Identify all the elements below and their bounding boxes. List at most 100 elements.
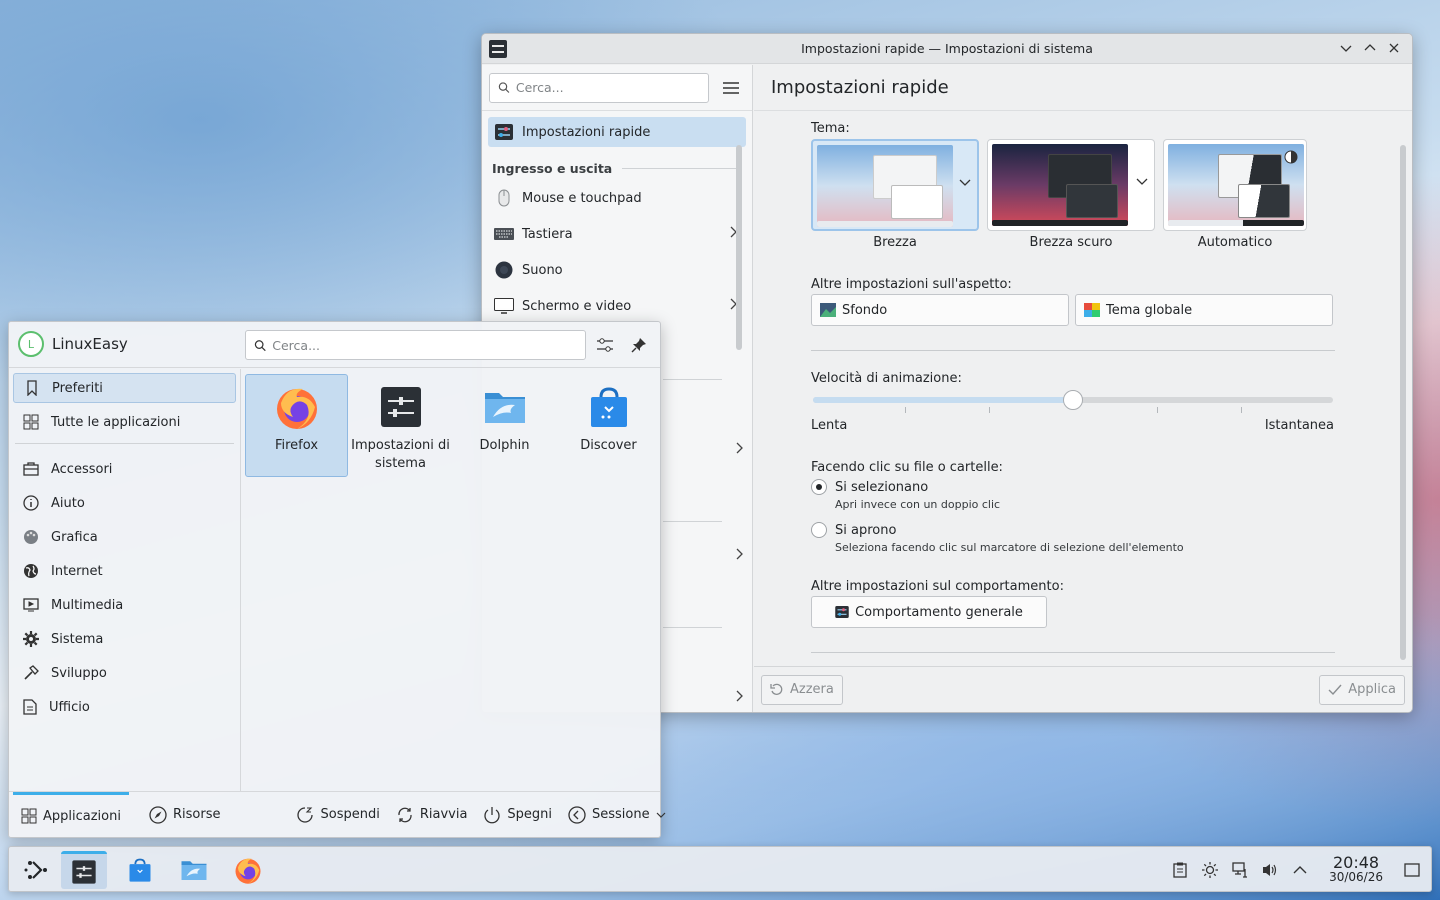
sidebar-list: Impostazioni rapide Ingresso e uscita Mo…: [482, 111, 752, 321]
content-scrollbar[interactable]: [1400, 145, 1406, 660]
user-name: LinuxEasy: [52, 335, 128, 353]
animation-speed-slider[interactable]: [813, 390, 1333, 413]
theme-card[interactable]: [1163, 139, 1307, 231]
show-desktop-icon[interactable]: [1403, 861, 1421, 879]
briefcase-icon: [23, 462, 39, 476]
user-info[interactable]: L LinuxEasy: [18, 331, 128, 357]
film-icon: [23, 598, 39, 612]
sidebar-scrollbar[interactable]: [736, 145, 742, 350]
theme-label: Tema:: [811, 121, 850, 136]
radio-select-option[interactable]: Si selezionano: [811, 479, 1335, 495]
maximize-icon[interactable]: [1360, 38, 1380, 58]
restart-button[interactable]: Riavvia: [388, 792, 476, 838]
general-behavior-button[interactable]: Comportamento generale: [811, 596, 1047, 628]
category-all-apps[interactable]: Tutte le applicazioni: [13, 407, 236, 437]
keyboard-icon: [494, 224, 514, 244]
button-label: Sessione: [592, 807, 650, 822]
chevron-up-icon[interactable]: [1291, 861, 1309, 879]
undo-icon: [770, 683, 783, 695]
applications-tab[interactable]: Applicazioni: [13, 791, 129, 838]
system-tray: 20:48 30/06/26: [1171, 847, 1421, 893]
firefox-icon: [276, 388, 317, 429]
taskbar-dolphin[interactable]: [171, 851, 217, 889]
taskbar-firefox[interactable]: [225, 851, 271, 889]
apply-button[interactable]: Applica: [1319, 674, 1405, 705]
theme-option-breeze[interactable]: Brezza: [811, 139, 979, 250]
radio-open-option[interactable]: Si aprono: [811, 522, 1335, 538]
settings-search-input[interactable]: [515, 80, 700, 95]
category-label: Sviluppo: [51, 665, 107, 681]
launcher-search-input[interactable]: [272, 337, 577, 353]
slider-fill: [813, 397, 1073, 403]
sidebar-item-display[interactable]: Schermo e video: [488, 291, 746, 321]
chevron-down-icon[interactable]: [1136, 175, 1148, 190]
settings-content: Impostazioni rapide Tema: Brezza Brezza …: [754, 65, 1412, 712]
category-system[interactable]: Sistema: [13, 624, 236, 654]
app-discover[interactable]: Discover: [557, 374, 660, 477]
sidebar-item-sound[interactable]: Suono: [488, 255, 746, 285]
category-multimedia[interactable]: Multimedia: [13, 590, 236, 620]
category-list: Preferiti Tutte le applicazioni Accessor…: [9, 369, 241, 791]
brightness-icon[interactable]: [1201, 861, 1219, 879]
titlebar[interactable]: Impostazioni rapide — Impostazioni di si…: [482, 34, 1412, 64]
category-help[interactable]: Aiuto: [13, 488, 236, 518]
taskbar-system-settings[interactable]: [61, 851, 107, 889]
chevron-right-icon[interactable]: [736, 548, 744, 564]
pin-icon[interactable]: [627, 333, 651, 357]
shutdown-button[interactable]: Spegni: [475, 792, 560, 838]
clipboard-icon[interactable]: [1171, 861, 1189, 879]
firefox-icon: [235, 858, 261, 884]
divider: [811, 652, 1335, 653]
global-theme-button[interactable]: Tema globale: [1075, 294, 1333, 326]
app-label: Dolphin: [479, 438, 530, 453]
app-firefox[interactable]: Firefox: [245, 374, 348, 477]
chevron-down-icon: [656, 812, 666, 818]
sidebar-item-quick-settings[interactable]: Impostazioni rapide: [488, 117, 746, 147]
chevron-right-icon[interactable]: [736, 442, 744, 458]
close-icon[interactable]: [1384, 38, 1404, 58]
slider-handle[interactable]: [1063, 390, 1083, 410]
theme-option-breeze-dark[interactable]: Brezza scuro: [987, 139, 1155, 250]
compass-icon: [149, 805, 167, 824]
settings-search-box: [489, 72, 709, 103]
category-internet[interactable]: Internet: [13, 556, 236, 586]
theme-option-automatic[interactable]: Automatico: [1163, 139, 1307, 250]
places-tab[interactable]: Risorse: [141, 792, 229, 838]
button-label: Sospendi: [320, 807, 380, 822]
network-icon[interactable]: [1231, 861, 1249, 879]
globe-icon: [24, 564, 38, 578]
avatar[interactable]: L: [18, 331, 44, 357]
volume-icon[interactable]: [1261, 861, 1279, 879]
hamburger-menu-icon[interactable]: [717, 74, 745, 102]
theme-card[interactable]: [811, 139, 979, 231]
settings-app-icon: [489, 40, 507, 58]
dolphin-icon: [484, 393, 525, 423]
sidebar-item-mouse[interactable]: Mouse e touchpad: [488, 183, 746, 213]
category-office[interactable]: Ufficio: [13, 692, 236, 722]
button-label: Tema globale: [1106, 302, 1193, 318]
radio-button-selected[interactable]: [811, 479, 827, 495]
session-button[interactable]: Sessione: [560, 792, 674, 838]
app-system-settings[interactable]: Impostazioni di sistema: [349, 374, 452, 477]
sleep-button[interactable]: Sospendi: [288, 792, 387, 838]
appearance-buttons: Sfondo Tema globale: [811, 294, 1335, 326]
category-favorites[interactable]: Preferiti: [13, 373, 236, 403]
category-accessories[interactable]: Accessori: [13, 454, 236, 484]
category-graphics[interactable]: Grafica: [13, 522, 236, 552]
configure-icon[interactable]: [593, 333, 617, 357]
chevron-down-icon[interactable]: [959, 176, 971, 191]
sidebar-item-keyboard[interactable]: Tastiera: [488, 219, 746, 249]
radio-button[interactable]: [811, 522, 827, 538]
wallpaper-button[interactable]: Sfondo: [811, 294, 1069, 326]
clock[interactable]: 20:48 30/06/26: [1329, 855, 1383, 885]
search-icon: [498, 82, 510, 93]
app-dolphin[interactable]: Dolphin: [453, 374, 556, 477]
category-development[interactable]: Sviluppo: [13, 658, 236, 688]
chevron-right-icon[interactable]: [736, 690, 744, 706]
reset-button[interactable]: Azzera: [761, 674, 843, 705]
quick-settings-icon: [835, 606, 849, 618]
taskbar-discover[interactable]: [117, 851, 163, 889]
minimize-icon[interactable]: [1336, 38, 1356, 58]
theme-card[interactable]: [987, 139, 1155, 231]
app-launcher-button[interactable]: [13, 851, 59, 889]
